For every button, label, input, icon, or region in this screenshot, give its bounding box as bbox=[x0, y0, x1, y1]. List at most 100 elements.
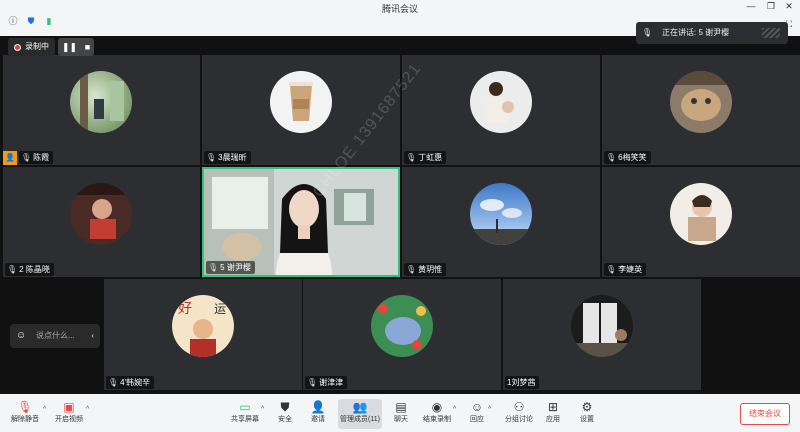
chevron-up-icon[interactable]: ^ bbox=[261, 406, 264, 413]
share-screen-button[interactable]: ▭ 共享屏幕 bbox=[228, 399, 262, 429]
chevron-left-icon[interactable]: ‹ bbox=[91, 324, 94, 348]
start-video-button[interactable]: ▣ 开启视频 bbox=[52, 399, 86, 429]
share-label: 共享屏幕 bbox=[231, 416, 259, 423]
apps-label: 应用 bbox=[546, 416, 560, 423]
avatar-photo bbox=[470, 199, 532, 245]
participant-tile[interactable]: 1刘梦茜 bbox=[503, 279, 701, 390]
chevron-up-icon[interactable]: ^ bbox=[488, 406, 491, 413]
minimize-button[interactable]: — bbox=[744, 1, 758, 11]
react-label: 回应 bbox=[470, 416, 484, 423]
avatar bbox=[571, 295, 633, 357]
restore-button[interactable]: ❐ bbox=[764, 1, 778, 11]
svg-text:运: 运 bbox=[214, 302, 226, 316]
host-icon: 👤 bbox=[3, 151, 17, 165]
record-icon: ◉ bbox=[431, 400, 443, 414]
participant-tile[interactable]: 🎙 黄玥惟 bbox=[402, 167, 600, 277]
breakout-icon: ⚇ bbox=[513, 400, 525, 414]
security-button[interactable]: ⛊ 安全 bbox=[272, 399, 298, 429]
avatar-photo bbox=[80, 71, 124, 133]
pause-icon[interactable]: ❚❚ bbox=[62, 42, 77, 53]
gear-icon: ⚙ bbox=[581, 400, 593, 414]
participant-name: 1刘梦茜 bbox=[507, 378, 536, 387]
emoji-icon[interactable]: ☺ bbox=[16, 324, 26, 348]
smile-icon: ☺ bbox=[470, 400, 484, 414]
name-tag: 🎙 6梅笑笑 bbox=[604, 151, 651, 164]
mic-icon: 🎙 bbox=[606, 265, 617, 274]
participant-tile[interactable]: 🎙 2 陈晶晓 bbox=[3, 167, 200, 277]
participant-tile[interactable]: 好运 🎙 4'韩婉辛 bbox=[104, 279, 302, 390]
participant-name: 陈霞 bbox=[33, 153, 50, 162]
name-tag: 🎙 4'韩婉辛 bbox=[106, 376, 155, 389]
avatar-photo: 好运 bbox=[178, 301, 226, 357]
name-tag: 🎙 李婕英 bbox=[604, 263, 647, 276]
chevron-up-icon[interactable]: ^ bbox=[86, 406, 89, 413]
recording-status[interactable]: 录制中 bbox=[8, 38, 55, 56]
avatar-photo bbox=[70, 183, 132, 239]
shield-icon[interactable]: ⛊ bbox=[26, 16, 36, 26]
participant-tile[interactable]: 👤 🎙 陈霞 bbox=[3, 55, 200, 165]
bottom-toolbar: 🎙 解除静音 ^ ▣ 开启视频 ^ ▭ 共享屏幕 ^ ⛊ 安全 👤 邀请 👥 管… bbox=[0, 394, 800, 432]
name-tag: 🎙 2 陈晶晓 bbox=[5, 263, 54, 276]
participant-tile[interactable]: 🎙 李婕英 bbox=[602, 167, 800, 277]
mic-muted-icon: 🎙 bbox=[17, 400, 33, 414]
participant-tile-active-speaker[interactable]: 🎙 5 谢尹樱 bbox=[202, 167, 400, 277]
participant-name: 2 陈晶晓 bbox=[19, 265, 50, 274]
chat-input[interactable]: ☺ 说点什么... ‹ bbox=[10, 324, 100, 348]
avatar-photo bbox=[571, 303, 633, 357]
end-record-button[interactable]: ◉ 结束录制 bbox=[420, 399, 454, 429]
avatar-photo bbox=[289, 82, 313, 121]
mic-icon: 🎙 bbox=[7, 265, 18, 274]
recording-control: 录制中 ❚❚ ■ bbox=[8, 38, 94, 56]
invite-button[interactable]: 👤 邀请 bbox=[305, 399, 331, 429]
chevron-up-icon[interactable]: ^ bbox=[43, 406, 46, 413]
members-icon: 👥 bbox=[352, 400, 368, 414]
react-button[interactable]: ☺ 回应 bbox=[464, 399, 490, 429]
avatar bbox=[470, 183, 532, 245]
drag-handle-icon[interactable] bbox=[762, 28, 780, 38]
speaking-label: 正在讲话: 5 谢尹樱 bbox=[662, 28, 730, 37]
mic-icon: 🎙 bbox=[406, 153, 417, 162]
name-tag: 🎙 谢津津 bbox=[305, 376, 348, 389]
end-record-label: 结束录制 bbox=[423, 416, 451, 423]
breakout-button[interactable]: ⚇ 分组讨论 bbox=[502, 399, 536, 429]
apps-icon: ⊞ bbox=[547, 400, 559, 414]
avatar bbox=[371, 295, 433, 357]
manage-members-button[interactable]: 👥 管理成员(11) bbox=[338, 399, 382, 429]
participant-name: 5 谢尹樱 bbox=[220, 263, 251, 272]
chat-placeholder: 说点什么... bbox=[36, 331, 75, 340]
share-screen-icon: ▭ bbox=[239, 400, 251, 414]
start-video-label: 开启视频 bbox=[55, 416, 83, 423]
mic-icon: 🎙 bbox=[108, 378, 119, 387]
name-tag: 🎙 3晨瑞昕 bbox=[204, 151, 251, 164]
avatar-photo bbox=[486, 82, 514, 123]
members-label: 管理成员(11) bbox=[340, 416, 380, 423]
participant-name: 李婕英 bbox=[618, 265, 643, 274]
settings-label: 设置 bbox=[580, 416, 594, 423]
speaking-indicator[interactable]: 🎙 正在讲话: 5 谢尹樱 bbox=[636, 22, 788, 44]
chat-button[interactable]: ▤ 聊天 bbox=[388, 399, 414, 429]
settings-button[interactable]: ⚙ 设置 bbox=[575, 399, 599, 429]
chevron-up-icon[interactable]: ^ bbox=[453, 406, 456, 413]
avatar bbox=[670, 183, 732, 245]
info-icon[interactable]: ⓘ bbox=[8, 16, 18, 26]
apps-button[interactable]: ⊞ 应用 bbox=[541, 399, 565, 429]
stop-icon[interactable]: ■ bbox=[85, 42, 90, 52]
avatar bbox=[70, 71, 132, 133]
avatar-photo bbox=[670, 71, 732, 121]
mic-icon: 🎙 bbox=[208, 263, 219, 272]
record-dot-icon bbox=[14, 43, 21, 51]
video-off-icon: ▣ bbox=[63, 400, 75, 414]
participant-tile[interactable]: 🎙 3晨瑞昕 bbox=[202, 55, 400, 165]
participant-tile[interactable]: 🎙 丁虹惠 bbox=[402, 55, 600, 165]
unmute-button[interactable]: 🎙 解除静音 bbox=[8, 399, 42, 429]
name-tag: 🎙 5 谢尹樱 bbox=[206, 261, 255, 274]
end-meeting-button[interactable]: 结束会议 bbox=[740, 403, 790, 425]
participant-tile[interactable]: 🎙 谢津津 bbox=[303, 279, 501, 390]
participant-tile[interactable]: 🎙 6梅笑笑 bbox=[602, 55, 800, 165]
close-button[interactable]: ✕ bbox=[782, 1, 796, 11]
name-tag: 🎙 陈霞 bbox=[19, 151, 54, 164]
avatar bbox=[470, 71, 532, 133]
mic-icon: 🎙 bbox=[206, 153, 217, 162]
name-tag: 1刘梦茜 bbox=[505, 376, 540, 389]
participant-name: 谢津津 bbox=[319, 378, 344, 387]
